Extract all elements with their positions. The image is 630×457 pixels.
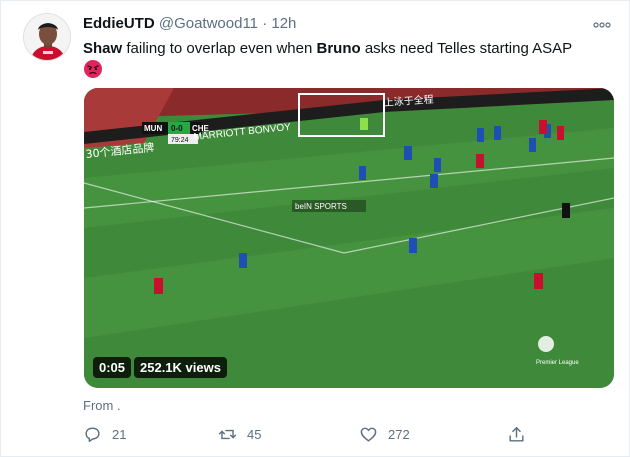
heart-icon xyxy=(360,427,377,442)
user-handle[interactable]: @Goatwood11 xyxy=(159,15,258,32)
like-button[interactable]: 272 xyxy=(359,425,410,444)
text-segment: failing to overlap even when xyxy=(122,40,317,57)
like-count: 272 xyxy=(388,427,410,442)
tweet-card[interactable]: EddieUTD @Goatwood11 · 12h Shaw failing … xyxy=(0,0,630,457)
retweet-icon xyxy=(218,429,237,440)
video-duration: 0:05 xyxy=(93,357,132,378)
reply-count: 21 xyxy=(112,427,127,442)
share-button[interactable] xyxy=(507,425,536,444)
share-icon xyxy=(509,427,524,442)
more-dots-icon[interactable] xyxy=(593,15,611,31)
text-bold-bruno: Bruno xyxy=(316,40,361,57)
action-bar: 21 45 272 xyxy=(83,425,543,447)
tweet-text: Shaw failing to overlap even when Bruno … xyxy=(83,39,618,59)
separator-dot: · xyxy=(262,15,268,32)
broadcaster-logo: beIN SPORTS xyxy=(295,202,347,211)
match-clock: 79:24 xyxy=(171,137,189,144)
view-count: 252.1K views xyxy=(134,357,227,378)
display-name[interactable]: EddieUTD xyxy=(83,15,155,32)
league-logo-text: Premier League xyxy=(536,360,579,366)
reply-icon xyxy=(85,427,100,442)
video-player[interactable]: MUN 0-0 CHE 79:24 MARRIOTT BONVOY 30个酒店品… xyxy=(84,88,614,388)
text-segment: asks need Telles starting ASAP xyxy=(360,40,573,57)
text-bold-shaw: Shaw xyxy=(83,40,123,57)
retweet-count: 45 xyxy=(247,427,262,442)
timestamp[interactable]: 12h xyxy=(271,15,296,32)
score-value: 0-0 xyxy=(171,124,183,133)
from-label[interactable]: From . xyxy=(83,398,121,413)
reply-button[interactable]: 21 xyxy=(83,425,126,444)
retweet-button[interactable]: 45 xyxy=(218,425,261,444)
avatar[interactable] xyxy=(23,13,71,61)
tweet-header: EddieUTD @Goatwood11 · 12h xyxy=(83,15,296,32)
score-home: MUN xyxy=(144,124,162,133)
angry-face-emoji xyxy=(83,59,103,79)
